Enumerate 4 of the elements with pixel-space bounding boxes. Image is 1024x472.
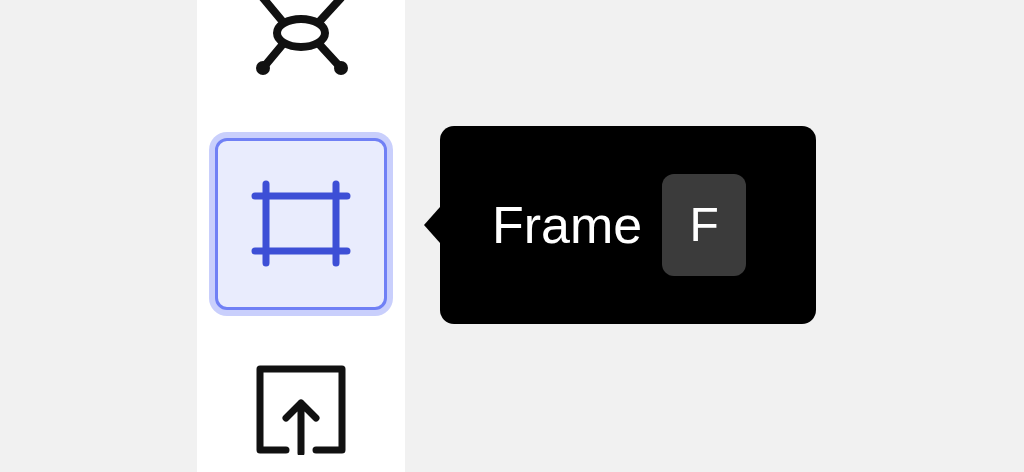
tooltip-label: Frame xyxy=(492,199,643,251)
upload-icon xyxy=(256,365,346,455)
shortcut-key: F xyxy=(662,174,747,276)
frame-icon xyxy=(251,179,351,269)
